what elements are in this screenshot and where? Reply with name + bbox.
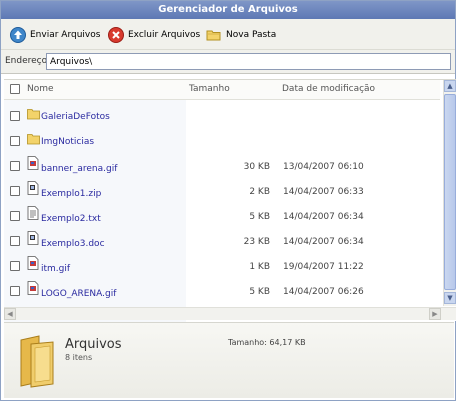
file-name-link[interactable]: Exemplo2.txt bbox=[41, 214, 101, 224]
toolbar: Enviar Arquivos Excluir Arquivos Nova Pa… bbox=[1, 19, 455, 50]
delete-button[interactable]: Excluir Arquivos bbox=[108, 25, 200, 45]
horizontal-scrollbar[interactable]: ◀ ▶ bbox=[4, 307, 456, 320]
scroll-up-arrow-icon[interactable]: ▲ bbox=[444, 80, 456, 92]
scroll-thumb[interactable] bbox=[444, 94, 456, 290]
window-title: Gerenciador de Arquivos bbox=[1, 1, 455, 19]
file-name-link[interactable]: banner_arena.gif bbox=[41, 164, 117, 174]
upload-button-label: Enviar Arquivos bbox=[30, 30, 101, 40]
file-row[interactable]: GaleriaDeFotos bbox=[4, 104, 440, 129]
details-item-count: 8 itens bbox=[65, 353, 93, 362]
details-total-size: Tamanho: 64,17 KB bbox=[228, 338, 306, 347]
generic-file-icon bbox=[27, 181, 39, 195]
file-name-link[interactable]: LOGO_ARENA.gif bbox=[41, 289, 116, 299]
image-file-icon bbox=[27, 281, 39, 295]
new-folder-icon bbox=[206, 30, 221, 41]
file-size: 5 KB bbox=[249, 287, 270, 297]
scroll-left-arrow-icon[interactable]: ◀ bbox=[4, 308, 16, 320]
row-checkbox[interactable] bbox=[10, 161, 20, 171]
row-checkbox[interactable] bbox=[10, 186, 20, 196]
new-folder-button-label: Nova Pasta bbox=[226, 30, 277, 40]
file-row[interactable]: Exemplo1.zip 2 KB 14/04/2007 06:33 bbox=[4, 179, 440, 204]
file-date: 14/04/2007 06:33 bbox=[283, 187, 364, 197]
address-input[interactable] bbox=[46, 53, 451, 70]
row-checkbox[interactable] bbox=[10, 111, 20, 121]
row-checkbox[interactable] bbox=[10, 136, 20, 146]
file-list-pane: Nome Tamanho Data de modificação Galeria… bbox=[4, 79, 456, 322]
column-header-name[interactable]: Nome bbox=[27, 84, 54, 94]
file-date: 14/04/2007 06:26 bbox=[283, 287, 364, 297]
column-header-modified[interactable]: Data de modificação bbox=[282, 84, 375, 94]
file-manager-window: Gerenciador de Arquivos Enviar Arquivos … bbox=[0, 0, 456, 401]
file-date: 19/04/2007 11:22 bbox=[283, 262, 364, 272]
row-checkbox[interactable] bbox=[10, 211, 20, 221]
file-row[interactable]: itm.gif 1 KB 19/04/2007 11:22 bbox=[4, 254, 440, 279]
file-list-header: Nome Tamanho Data de modificação bbox=[4, 80, 440, 100]
generic-file-icon bbox=[27, 231, 39, 245]
address-bar: Endereço: bbox=[1, 50, 455, 74]
file-size: 1 KB bbox=[249, 262, 270, 272]
file-date: 14/04/2007 06:34 bbox=[283, 237, 364, 247]
row-checkbox[interactable] bbox=[10, 261, 20, 271]
file-name-link[interactable]: Exemplo3.doc bbox=[41, 239, 105, 249]
file-row[interactable]: LOGO_ARENA.gif 5 KB 14/04/2007 06:26 bbox=[4, 279, 440, 304]
scroll-right-arrow-icon[interactable]: ▶ bbox=[429, 308, 441, 320]
upload-button[interactable]: Enviar Arquivos bbox=[10, 25, 100, 45]
file-size: 23 KB bbox=[243, 237, 270, 247]
new-folder-button[interactable]: Nova Pasta bbox=[206, 25, 276, 45]
file-date: 13/04/2007 06:10 bbox=[283, 162, 364, 172]
address-label: Endereço: bbox=[5, 56, 51, 66]
file-size: 30 KB bbox=[243, 162, 270, 172]
file-row[interactable]: banner_arena.gif 30 KB 13/04/2007 06:10 bbox=[4, 154, 440, 179]
file-size: 2 KB bbox=[249, 187, 270, 197]
delete-x-icon bbox=[108, 27, 124, 43]
scroll-down-arrow-icon[interactable]: ▼ bbox=[444, 292, 456, 304]
file-name-link[interactable]: ImgNoticias bbox=[41, 137, 94, 147]
file-name-link[interactable]: GaleriaDeFotos bbox=[41, 112, 110, 122]
file-row[interactable]: Exemplo3.doc 23 KB 14/04/2007 06:34 bbox=[4, 229, 440, 254]
folder-icon bbox=[27, 109, 40, 120]
text-file-icon bbox=[27, 206, 39, 220]
file-size: 5 KB bbox=[249, 212, 270, 222]
image-file-icon bbox=[27, 156, 39, 170]
vertical-scrollbar[interactable]: ▲ ▼ bbox=[443, 80, 456, 306]
file-row[interactable]: Exemplo2.txt 5 KB 14/04/2007 06:34 bbox=[4, 204, 440, 229]
upload-arrow-icon bbox=[10, 27, 26, 43]
delete-button-label: Excluir Arquivos bbox=[128, 30, 201, 40]
image-file-icon bbox=[27, 256, 39, 270]
row-checkbox[interactable] bbox=[10, 286, 20, 296]
details-panel: Arquivos 8 itens Tamanho: 64,17 KB bbox=[4, 322, 454, 398]
row-checkbox[interactable] bbox=[10, 236, 20, 246]
details-folder-name: Arquivos bbox=[65, 337, 122, 352]
column-header-size[interactable]: Tamanho bbox=[189, 84, 230, 94]
file-date: 14/04/2007 06:34 bbox=[283, 212, 364, 222]
select-all-checkbox[interactable] bbox=[10, 84, 20, 94]
file-row[interactable]: ImgNoticias bbox=[4, 129, 440, 154]
file-name-link[interactable]: Exemplo1.zip bbox=[41, 189, 101, 199]
large-folder-icon bbox=[20, 335, 54, 388]
folder-icon bbox=[27, 134, 40, 145]
file-name-link[interactable]: itm.gif bbox=[41, 264, 70, 274]
